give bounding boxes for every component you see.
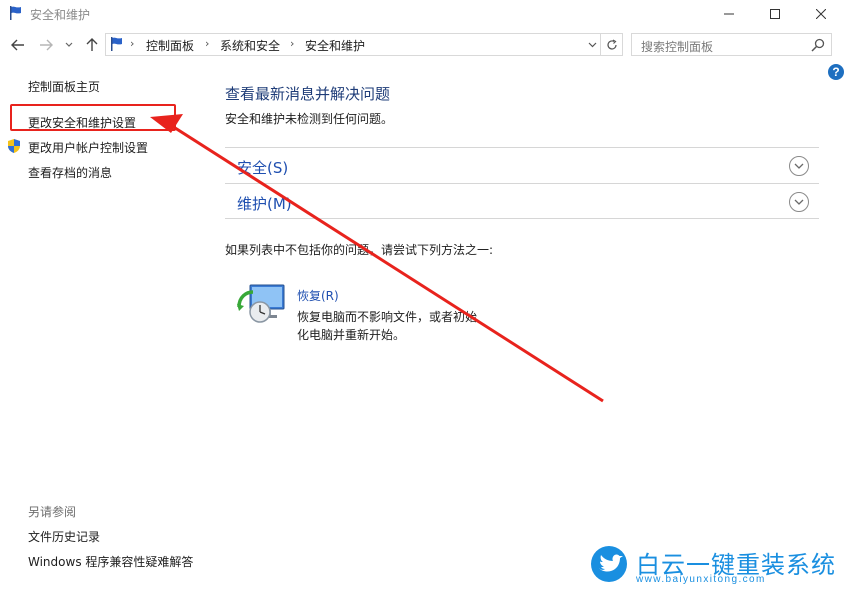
expand-security-button[interactable] xyxy=(789,156,809,176)
chevron-down-icon xyxy=(794,163,804,169)
compatibility-troubleshooter-link[interactable]: Windows 程序兼容性疑难解答 xyxy=(28,553,193,570)
recent-locations-button[interactable] xyxy=(63,36,75,54)
change-uac-settings-link[interactable]: 更改用户帐户控制设置 xyxy=(28,139,148,156)
arrow-up-icon xyxy=(86,38,98,51)
breadcrumb-separator-icon[interactable]: › xyxy=(290,37,294,50)
minimize-button[interactable] xyxy=(706,0,752,28)
address-dropdown-button[interactable] xyxy=(585,38,599,52)
troubleshoot-hint: 如果列表中不包括你的问题，请尝试下列方法之一: xyxy=(225,243,494,257)
up-button[interactable] xyxy=(83,36,101,54)
annotation-arrow xyxy=(150,114,604,403)
uac-shield-icon xyxy=(8,139,20,153)
flag-icon xyxy=(10,6,21,20)
recovery-description: 恢复电脑而不影响文件，或者初始化电脑并重新开始。 xyxy=(297,310,478,342)
back-button[interactable] xyxy=(9,36,27,54)
flag-icon xyxy=(111,37,122,51)
breadcrumb-control-panel[interactable]: 控制面板 xyxy=(146,37,194,54)
breadcrumb-separator-icon[interactable]: › xyxy=(130,37,134,50)
file-history-link[interactable]: 文件历史记录 xyxy=(28,528,100,545)
help-icon[interactable]: ? xyxy=(828,64,844,80)
maintenance-section-label[interactable]: 维护(M) xyxy=(237,193,292,214)
search-icon xyxy=(811,38,825,52)
search-input[interactable]: 搜索控制面板 xyxy=(631,33,832,56)
chevron-down-icon xyxy=(794,199,804,205)
chevron-down-icon xyxy=(588,42,596,48)
title-bar: 安全和维护 xyxy=(0,0,844,28)
control-panel-home-link[interactable]: 控制面板主页 xyxy=(28,78,100,95)
maximize-icon xyxy=(770,9,780,19)
security-section[interactable]: 安全(S) xyxy=(225,147,819,183)
security-section-label[interactable]: 安全(S) xyxy=(237,157,288,178)
breadcrumb-security-maintenance[interactable]: 安全和维护 xyxy=(305,37,365,54)
search-placeholder: 搜索控制面板 xyxy=(641,40,714,54)
status-message: 安全和维护未检测到任何问题。 xyxy=(225,112,394,126)
window-title: 安全和维护 xyxy=(30,8,91,22)
refresh-button[interactable] xyxy=(601,33,623,56)
arrow-left-icon xyxy=(11,39,24,51)
breadcrumb-system-security[interactable]: 系统和安全 xyxy=(220,37,280,54)
see-also-heading: 另请参阅 xyxy=(28,505,77,519)
view-archived-messages-link[interactable]: 查看存档的消息 xyxy=(28,164,112,181)
breadcrumb-separator-icon[interactable]: › xyxy=(205,37,209,50)
recovery-link[interactable]: 恢复(R) xyxy=(297,287,339,304)
expand-maintenance-button[interactable] xyxy=(789,192,809,212)
close-button[interactable] xyxy=(798,0,844,28)
arrow-right-icon xyxy=(40,39,53,51)
watermark-url: www.baiyunxitong.com xyxy=(636,574,766,585)
change-security-maintenance-settings-link[interactable]: 更改安全和维护设置 xyxy=(28,114,136,131)
page-title: 查看最新消息并解决问题 xyxy=(225,85,391,103)
forward-button[interactable] xyxy=(37,36,55,54)
recovery-icon[interactable] xyxy=(236,281,288,327)
bird-logo-icon xyxy=(591,546,627,582)
minimize-icon xyxy=(724,13,734,15)
chevron-down-icon xyxy=(65,42,73,47)
maximize-button[interactable] xyxy=(752,0,798,28)
address-bar[interactable]: › 控制面板 › 系统和安全 › 安全和维护 xyxy=(105,33,601,56)
maintenance-section[interactable]: 维护(M) xyxy=(225,183,819,219)
refresh-icon xyxy=(606,38,617,50)
close-icon xyxy=(816,9,826,19)
